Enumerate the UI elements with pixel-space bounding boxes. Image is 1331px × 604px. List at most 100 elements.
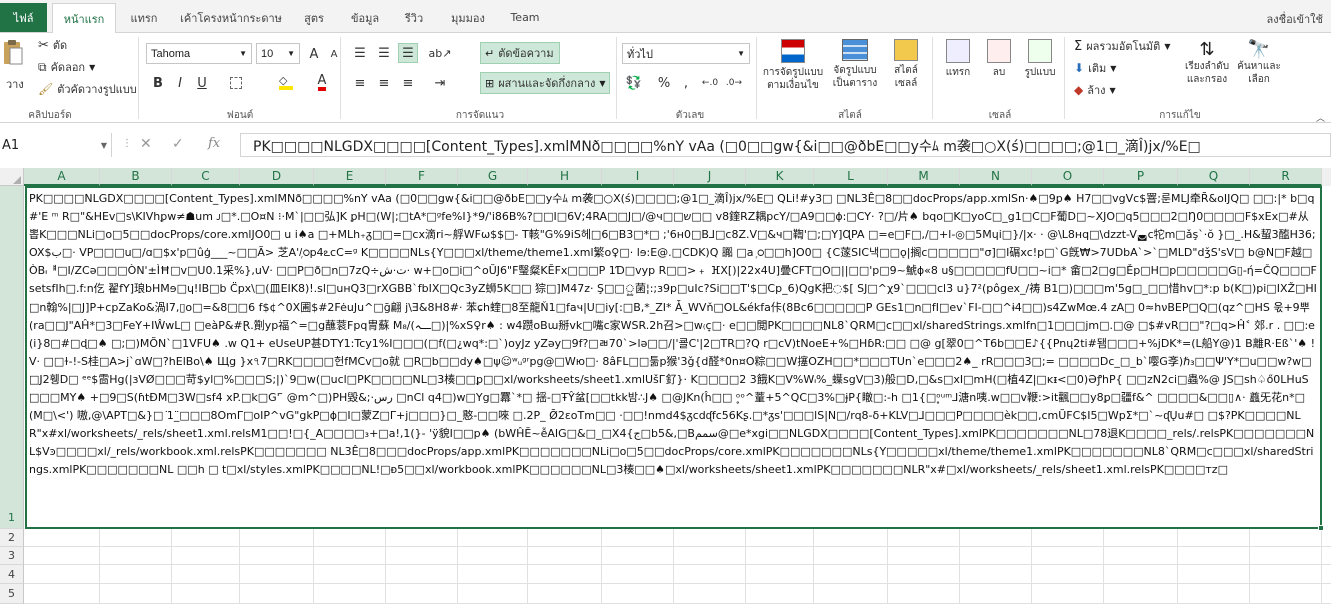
- orientation-button[interactable]: ab↗: [429, 43, 452, 63]
- align-middle-button[interactable]: ☰: [374, 43, 394, 63]
- row-header-1[interactable]: 1: [0, 186, 24, 529]
- row-header-3[interactable]: 3: [0, 547, 24, 565]
- find-select-button[interactable]: 🔭 ค้นหาและ เลือก: [1236, 39, 1282, 86]
- tab-team[interactable]: Team: [502, 3, 548, 32]
- cut-button[interactable]: ✂ ตัด: [38, 37, 67, 53]
- group-divider: [1064, 37, 1065, 119]
- clear-label: ล้าง: [1087, 84, 1106, 97]
- name-box[interactable]: A1 ▼: [0, 133, 112, 157]
- collapse-ribbon-icon[interactable]: ︿: [1316, 111, 1325, 124]
- font-color-button[interactable]: A: [312, 73, 332, 93]
- format-cells-button[interactable]: รูปแบบ: [1022, 39, 1058, 79]
- column-header-i[interactable]: I: [602, 168, 674, 186]
- column-header-e[interactable]: E: [314, 168, 386, 186]
- sort-filter-button[interactable]: ⇅ เรียงลำดับ และกรอง: [1182, 39, 1232, 86]
- align-top-button[interactable]: ☰: [350, 43, 370, 63]
- column-header-b[interactable]: B: [100, 168, 172, 186]
- column-header-q[interactable]: Q: [1178, 168, 1250, 186]
- more-icon: ⋮: [122, 138, 132, 149]
- column-header-o[interactable]: O: [1032, 168, 1104, 186]
- autosum-button[interactable]: Σ ผลรวมอัตโนมัติ ▼: [1074, 37, 1170, 55]
- wrap-text-button[interactable]: ↵ ตัดข้อความ: [480, 42, 560, 64]
- fill-handle[interactable]: [1318, 525, 1324, 531]
- tab-data[interactable]: ข้อมูล: [342, 3, 388, 32]
- tab-insert[interactable]: แทรก: [122, 3, 166, 32]
- conditional-formatting-label-1: การจัดรูปแบบ: [762, 67, 824, 78]
- align-bottom-button[interactable]: ☰: [398, 43, 418, 63]
- delete-cells-icon: [987, 39, 1011, 63]
- cell-styles-button[interactable]: สไตล์ เซลล์: [886, 39, 926, 101]
- font-name-select[interactable]: Tahoma ▼: [146, 43, 252, 64]
- tab-view[interactable]: มุมมอง: [440, 3, 496, 32]
- gridline: [457, 529, 458, 604]
- tab-review[interactable]: รีวิว: [396, 3, 432, 32]
- increase-decimal-icon: ←.0: [701, 78, 719, 88]
- insert-function-icon[interactable]: fx: [208, 136, 220, 151]
- column-header-d[interactable]: D: [240, 168, 314, 186]
- percent-button[interactable]: %: [654, 73, 674, 93]
- column-header-p[interactable]: P: [1104, 168, 1178, 186]
- delete-cells-button[interactable]: ลบ: [984, 39, 1014, 79]
- paste-icon: [4, 40, 23, 65]
- shrink-font-button[interactable]: A: [324, 44, 344, 64]
- row-header-2[interactable]: 2: [0, 529, 24, 547]
- column-header-k[interactable]: K: [746, 168, 814, 186]
- underline-button[interactable]: U: [192, 73, 212, 93]
- number-format-select[interactable]: ทั่วไป ▼: [622, 43, 750, 64]
- borders-button[interactable]: [226, 73, 246, 93]
- merge-center-button[interactable]: ⊞ ผสานและจัดกึ่งกลาง ▼: [480, 72, 610, 94]
- format-painter-label: ตัวคัดวางรูปแบบ: [57, 83, 137, 96]
- currency-icon: 💱: [625, 75, 643, 91]
- format-as-table-label-1: จัดรูปแบบ: [833, 65, 877, 76]
- comma-button[interactable]: ,: [676, 73, 696, 93]
- tab-home[interactable]: หน้าแรก: [52, 3, 116, 34]
- column-header-l[interactable]: L: [814, 168, 888, 186]
- column-header-f[interactable]: F: [386, 168, 458, 186]
- accounting-format-button[interactable]: 💱: [624, 73, 644, 93]
- format-as-table-button[interactable]: จัดรูปแบบ เป็นตาราง: [830, 39, 880, 101]
- decrease-decimal-button[interactable]: .0→: [724, 73, 744, 93]
- column-header-h[interactable]: H: [528, 168, 602, 186]
- gridline: [1249, 529, 1250, 604]
- column-header-j[interactable]: J: [674, 168, 746, 186]
- tab-file[interactable]: ไฟล์: [0, 3, 47, 32]
- select-all-corner[interactable]: [0, 168, 24, 186]
- column-header-a[interactable]: A: [24, 168, 100, 186]
- sign-in-link[interactable]: ลงชื่อเข้าใช้: [1267, 10, 1323, 28]
- conditional-formatting-button[interactable]: การจัดรูปแบบ ตามเงื่อนไข: [762, 39, 824, 101]
- column-header-m[interactable]: M: [888, 168, 960, 186]
- column-header-c[interactable]: C: [172, 168, 240, 186]
- formula-input[interactable]: PK□□□□NLGDX□□□□[Content_Types].xmlMNð□□□…: [240, 133, 1331, 157]
- cell-styles-label-1: สไตล์: [894, 65, 918, 76]
- column-header-g[interactable]: G: [458, 168, 528, 186]
- paste-button[interactable]: วาง: [2, 39, 24, 99]
- font-size-select[interactable]: 10 ▼: [256, 43, 300, 64]
- cell-a1[interactable]: PK□□□□NLGDX□□□□[Content_Types].xmlMNð□□□…: [25, 186, 1322, 529]
- row-header-5[interactable]: 5: [0, 584, 24, 604]
- bold-button[interactable]: B: [148, 73, 168, 93]
- table-icon: [842, 39, 868, 61]
- enter-icon[interactable]: ✓: [172, 136, 184, 152]
- cancel-icon[interactable]: ✕: [140, 136, 152, 152]
- column-header-n[interactable]: N: [960, 168, 1032, 186]
- grow-font-button[interactable]: A: [304, 44, 324, 64]
- fill-button[interactable]: ⬇ เติม ▼: [1074, 59, 1116, 77]
- italic-button[interactable]: I: [170, 73, 190, 93]
- increase-decimal-button[interactable]: ←.0: [700, 73, 720, 93]
- gridline: [745, 529, 746, 604]
- clear-button[interactable]: ◆ ล้าง ▼: [1074, 81, 1116, 99]
- row-header-4[interactable]: 4: [0, 565, 24, 584]
- fill-color-button[interactable]: ◇: [276, 73, 296, 93]
- gridline: [527, 529, 528, 604]
- delete-cells-label: ลบ: [992, 67, 1006, 78]
- format-painter-button[interactable]: 🖌 ตัวคัดวางรูปแบบ: [38, 81, 137, 97]
- column-header-r[interactable]: R: [1250, 168, 1322, 186]
- indent-button[interactable]: ⇥: [430, 73, 450, 93]
- tab-formulas[interactable]: สูตร: [294, 3, 334, 32]
- tab-page-layout[interactable]: เค้าโครงหน้ากระดาษ: [176, 3, 286, 32]
- insert-cells-button[interactable]: แทรก: [940, 39, 976, 79]
- align-left-button[interactable]: ≡: [350, 73, 370, 93]
- copy-button[interactable]: ⧉ คัดลอก ▼: [38, 59, 95, 75]
- align-right-button[interactable]: ≡: [398, 73, 418, 93]
- align-center-button[interactable]: ≡: [374, 73, 394, 93]
